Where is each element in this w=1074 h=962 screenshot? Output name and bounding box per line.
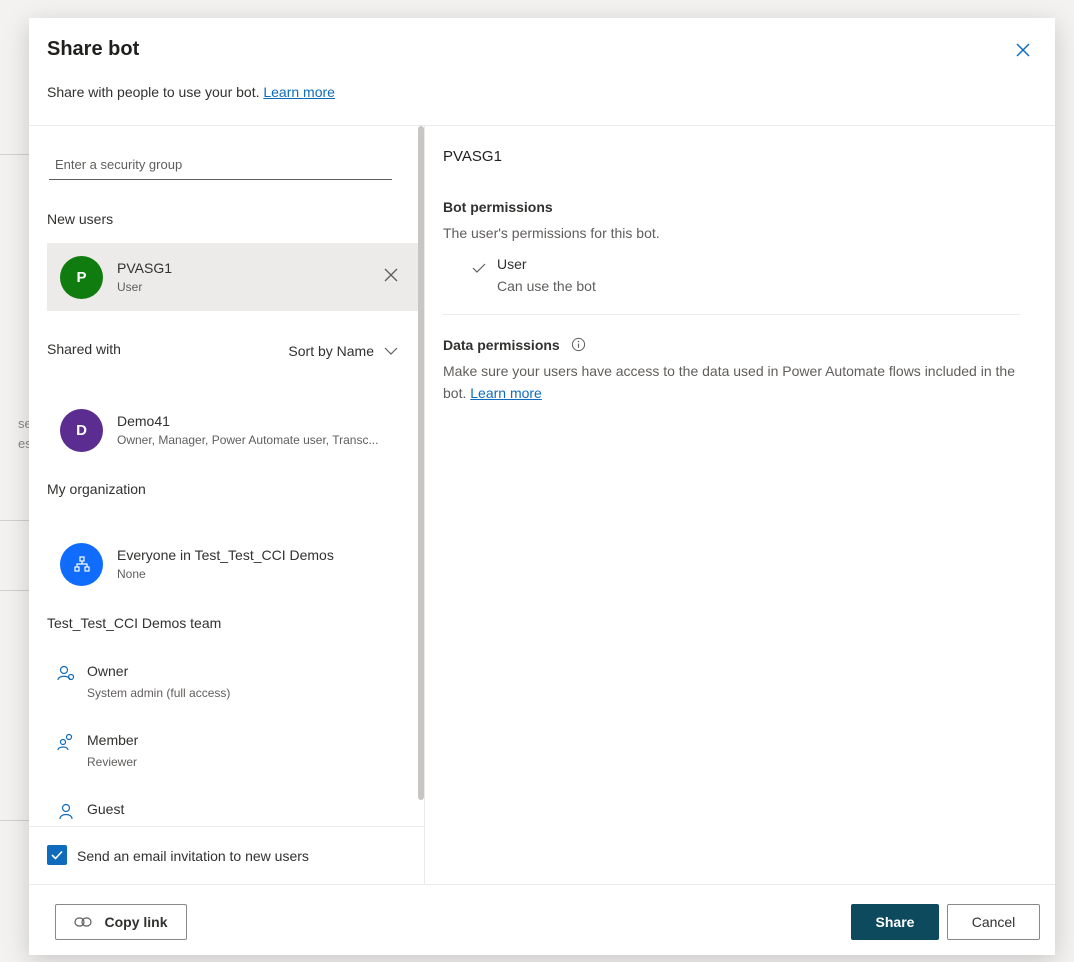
dialog-subtitle: Share with people to use your bot. Learn… [47, 84, 335, 100]
share-button[interactable]: Share [851, 904, 939, 940]
dialog-title: Share bot [47, 38, 140, 60]
background-divider [0, 590, 30, 591]
organization-avatar [60, 542, 103, 586]
avatar: D [60, 408, 103, 452]
share-bot-dialog: Share bot Share with people to use your … [29, 18, 1055, 955]
close-icon [1016, 43, 1030, 57]
copy-link-button[interactable]: Copy link [55, 904, 187, 940]
new-users-label: New users [47, 211, 114, 227]
link-icon [74, 917, 93, 927]
data-permissions-heading: Data permissions [443, 337, 560, 353]
close-icon [384, 268, 398, 282]
user-role: User [117, 280, 143, 294]
user-name: PVASG1 [117, 260, 172, 276]
checkmark-icon [472, 263, 486, 273]
bot-permissions-description: The user's permissions for this bot. [443, 225, 660, 241]
role-description: System admin (full access) [87, 686, 231, 700]
users-pane-scrollbar[interactable] [418, 126, 424, 800]
role-name: Guest [87, 801, 125, 817]
email-invite-bar: Send an email invitation to new users [29, 826, 424, 884]
organization-role: None [117, 567, 146, 581]
email-invite-checkbox[interactable] [47, 845, 67, 865]
section-divider [443, 314, 1020, 315]
close-button[interactable] [1011, 38, 1035, 62]
data-permissions-learn-more-link[interactable]: Learn more [470, 385, 542, 401]
guest-icon [59, 803, 73, 820]
member-icon [57, 733, 73, 751]
sort-label: Sort by Name [288, 343, 374, 359]
copy-link-label: Copy link [104, 914, 168, 930]
owner-icon [57, 665, 75, 681]
background-divider [0, 154, 30, 155]
data-permissions-description: Make sure your users have access to the … [443, 360, 1023, 404]
role-name: Member [87, 732, 139, 748]
team-role-member[interactable]: Member Reviewer [57, 731, 397, 781]
team-label: Test_Test_CCI Demos team [47, 615, 222, 631]
selected-user-name: PVASG1 [443, 148, 502, 165]
remove-user-button[interactable] [383, 267, 401, 285]
users-pane: New users P PVASG1 User Shared with Sort… [29, 126, 425, 884]
background-divider [0, 520, 30, 521]
email-invite-label: Send an email invitation to new users [77, 848, 309, 864]
permission-description: Can use the bot [497, 278, 596, 294]
dialog-header: Share bot Share with people to use your … [29, 18, 1055, 126]
bot-permissions-heading: Bot permissions [443, 199, 553, 215]
learn-more-link[interactable]: Learn more [263, 84, 335, 100]
role-name: Owner [87, 663, 129, 679]
permissions-pane: PVASG1 Bot permissions The user's permis… [425, 126, 1055, 884]
cancel-button[interactable]: Cancel [947, 904, 1040, 940]
chevron-down-icon [384, 347, 398, 355]
avatar: P [60, 255, 103, 299]
info-icon[interactable] [571, 337, 586, 352]
organization-name: Everyone in Test_Test_CCI Demos [117, 547, 334, 563]
team-role-owner[interactable]: Owner System admin (full access) [57, 662, 397, 712]
security-group-input[interactable] [49, 150, 392, 180]
shared-with-label: Shared with [47, 341, 121, 357]
permission-name: User [497, 256, 527, 272]
dialog-footer: Copy link Share Cancel [29, 884, 1055, 955]
organization-row[interactable]: Everyone in Test_Test_CCI Demos None [47, 530, 419, 598]
org-chart-icon [73, 556, 90, 572]
shared-user-row[interactable]: D Demo41 Owner, Manager, Power Automate … [47, 396, 419, 464]
role-description: Reviewer [87, 755, 138, 769]
user-roles: Owner, Manager, Power Automate user, Tra… [117, 433, 379, 447]
my-organization-label: My organization [47, 481, 146, 497]
user-name: Demo41 [117, 413, 170, 429]
new-user-row[interactable]: P PVASG1 User [47, 243, 419, 311]
checkmark-icon [51, 850, 63, 860]
subtitle-text: Share with people to use your bot. [47, 84, 260, 100]
sort-dropdown[interactable]: Sort by Name [288, 343, 398, 359]
background-divider [0, 820, 30, 821]
